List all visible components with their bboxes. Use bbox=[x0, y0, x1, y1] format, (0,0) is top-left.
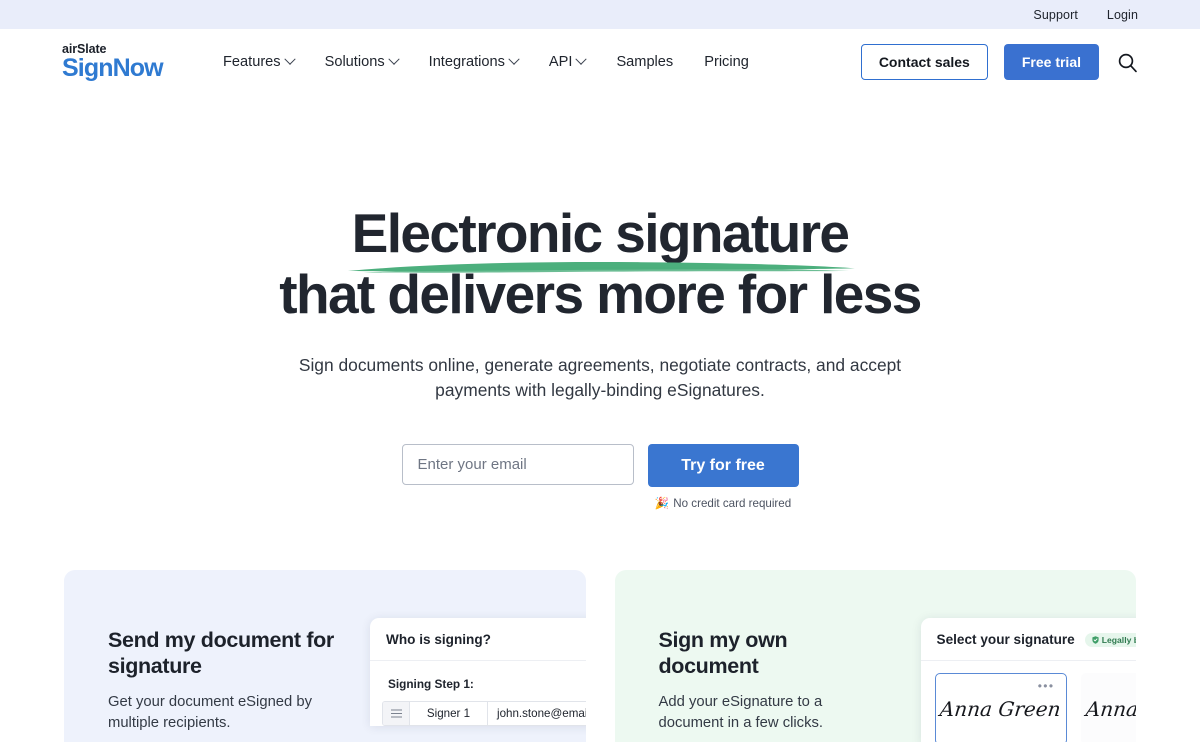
nav-label: Features bbox=[223, 54, 281, 70]
contact-sales-button[interactable]: Contact sales bbox=[860, 44, 988, 80]
nav-item-api[interactable]: API bbox=[548, 53, 588, 70]
nav-label: Solutions bbox=[324, 54, 385, 70]
hero-heading-line-1-wrap: Electronic signature bbox=[347, 202, 855, 273]
chevron-down-icon bbox=[508, 53, 520, 65]
signature-name: Anna Green bbox=[938, 697, 1063, 721]
card-sign-text: Sign my own document Add your eSignature… bbox=[659, 627, 889, 734]
signature-option[interactable]: Anna Green bbox=[1080, 673, 1136, 742]
panel-title: Who is signing? bbox=[386, 632, 491, 647]
nav-label: Pricing bbox=[704, 54, 749, 70]
try-for-free-button[interactable]: Try for free bbox=[647, 444, 799, 488]
nav-label: Integrations bbox=[428, 54, 505, 70]
nav-item-integrations[interactable]: Integrations bbox=[428, 53, 520, 70]
signing-step-label: Signing Step 1: bbox=[388, 677, 474, 691]
try-for-free-wrap: Try for free 🎉 No credit card required bbox=[647, 444, 799, 511]
panel-header: Who is signing? bbox=[370, 618, 586, 661]
panel-body: Signing Step 1: Signer 1 john.stone@emai… bbox=[370, 661, 586, 726]
main-navigation: Features Solutions Integrations API Samp… bbox=[223, 53, 749, 70]
legally-binding-text: Legally binding bbox=[1101, 634, 1136, 645]
search-button[interactable] bbox=[1117, 52, 1138, 73]
chevron-down-icon bbox=[575, 53, 588, 65]
card-sign-own-document[interactable]: Sign my own document Add your eSignature… bbox=[614, 570, 1136, 742]
nav-item-solutions[interactable]: Solutions bbox=[324, 53, 400, 70]
legally-binding-badge: Legally binding bbox=[1084, 632, 1136, 647]
nav-item-features[interactable]: Features bbox=[223, 53, 296, 70]
signer-row[interactable]: Signer 1 john.stone@email.com bbox=[382, 701, 586, 726]
card-send-title: Send my document for signature bbox=[108, 628, 334, 679]
feature-cards: Send my document for signature Get your … bbox=[0, 570, 1200, 742]
signature-options: ••• Anna Green Anna Green bbox=[921, 661, 1136, 742]
who-is-signing-panel: Who is signing? Signing Step 1: Signer 1… bbox=[370, 618, 586, 726]
more-options-icon[interactable]: ••• bbox=[1038, 679, 1055, 693]
card-send-document[interactable]: Send my document for signature Get your … bbox=[64, 570, 586, 742]
free-trial-button[interactable]: Free trial bbox=[1003, 44, 1099, 80]
login-link[interactable]: Login bbox=[1107, 8, 1138, 22]
nav-item-samples[interactable]: Samples bbox=[616, 54, 673, 70]
signer-name: Signer 1 bbox=[410, 702, 488, 725]
card-sign-description: Add your eSignature to a document in a f… bbox=[658, 693, 823, 732]
signer-email: john.stone@email.com bbox=[497, 707, 586, 720]
hero-heading: Electronic signature that delivers more … bbox=[0, 202, 1200, 325]
hero-section: Electronic signature that delivers more … bbox=[0, 95, 1200, 510]
nav-label: API bbox=[548, 54, 573, 70]
drag-handle-icon[interactable] bbox=[383, 702, 410, 725]
card-sign-title: Sign my own document bbox=[658, 628, 788, 679]
card-send-description: Get your document eSigned by multiple re… bbox=[108, 693, 312, 732]
logo[interactable]: airSlate SignNow bbox=[62, 43, 190, 82]
no-credit-card-text: No credit card required bbox=[673, 496, 792, 510]
party-popper-icon: 🎉 bbox=[654, 497, 670, 511]
utility-bar: Support Login bbox=[0, 0, 1200, 29]
panel-title: Select your signature bbox=[936, 632, 1075, 647]
nav-label: Samples bbox=[616, 54, 674, 70]
chevron-down-icon bbox=[387, 53, 400, 65]
panel-header: Select your signature Legally binding bbox=[920, 618, 1136, 661]
site-header: airSlate SignNow Features Solutions Inte… bbox=[0, 29, 1200, 95]
hero-heading-line-1: Electronic signature bbox=[351, 202, 850, 264]
select-signature-panel: Select your signature Legally binding ••… bbox=[920, 618, 1136, 742]
email-input[interactable] bbox=[401, 444, 634, 486]
header-actions: Contact sales Free trial bbox=[860, 44, 1138, 80]
green-underline-stroke-icon bbox=[347, 262, 855, 273]
no-credit-card-note: 🎉 No credit card required bbox=[654, 496, 792, 511]
signature-option-selected[interactable]: ••• Anna Green bbox=[934, 673, 1067, 742]
logo-signnow-text: SignNow bbox=[62, 54, 164, 83]
chevron-down-icon bbox=[283, 53, 296, 65]
shield-check-icon bbox=[1092, 635, 1099, 644]
nav-item-pricing[interactable]: Pricing bbox=[704, 54, 749, 70]
signature-name: Anna Green bbox=[1084, 697, 1136, 721]
hero-cta-form: Try for free 🎉 No credit card required bbox=[0, 444, 1200, 510]
card-send-text: Send my document for signature Get your … bbox=[108, 627, 338, 734]
hero-subheading: Sign documents online, generate agreemen… bbox=[298, 355, 902, 400]
support-link[interactable]: Support bbox=[1033, 8, 1077, 22]
search-icon bbox=[1118, 53, 1137, 72]
